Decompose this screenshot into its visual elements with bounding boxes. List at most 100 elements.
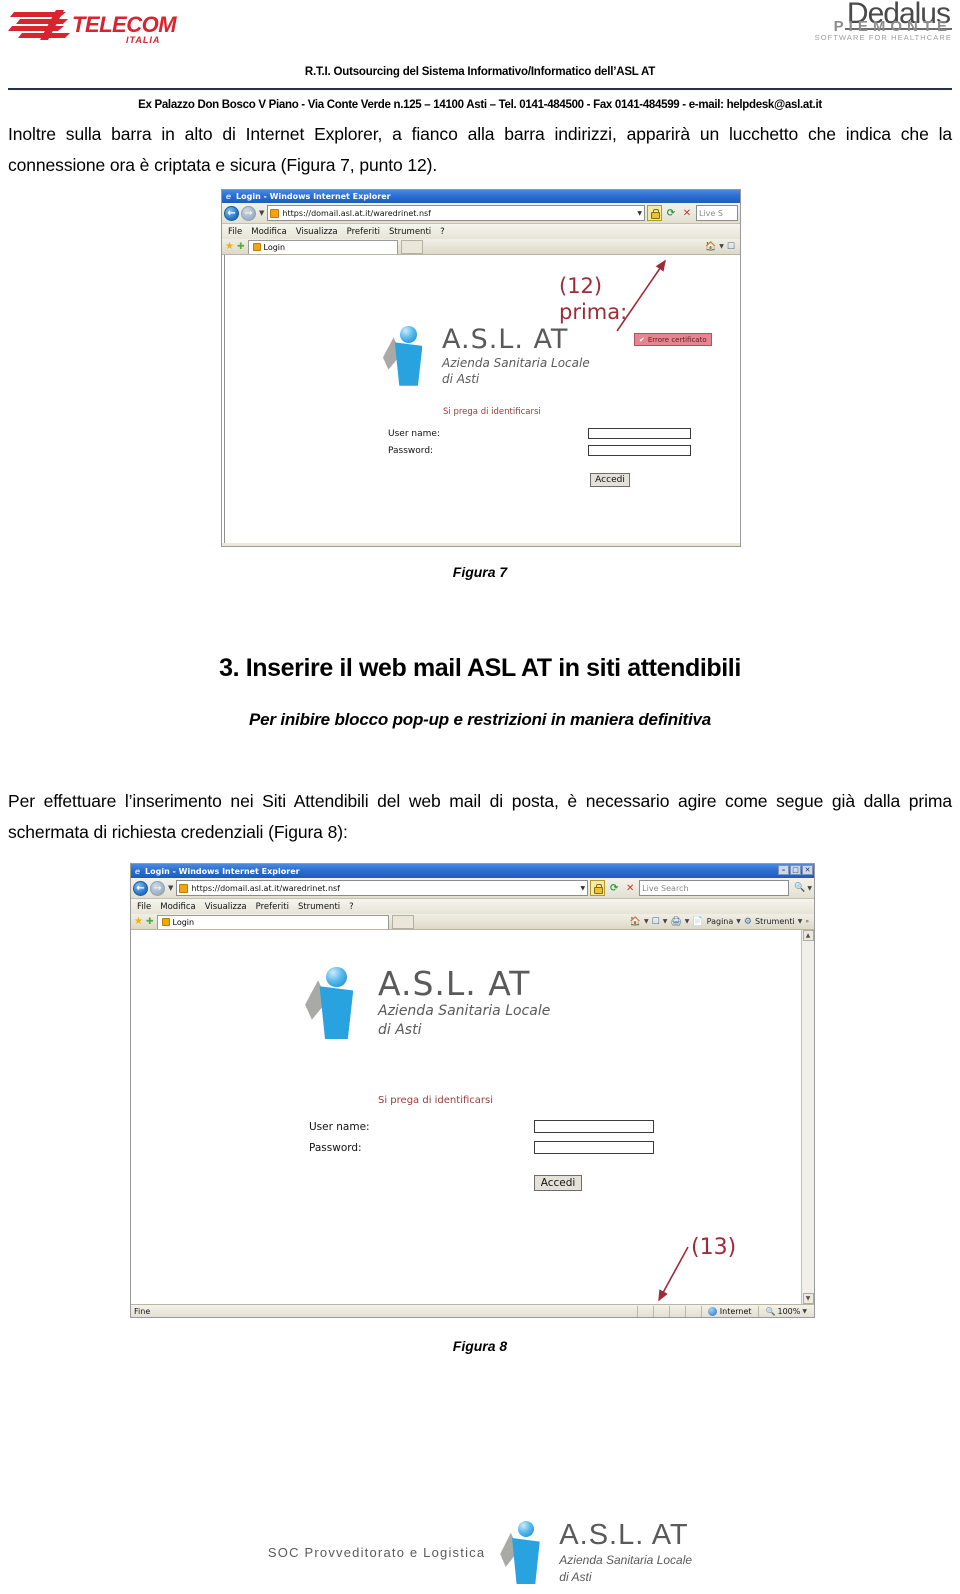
certificate-error-badge[interactable]: ✔ Errore certificato (634, 333, 712, 346)
favorites-star-icon[interactable]: ★ (225, 241, 234, 252)
status-zone-text: Internet (719, 1307, 752, 1316)
tools-icon[interactable]: ⚙ (744, 917, 752, 927)
address-dropdown-chevron-icon[interactable]: ▼ (581, 885, 586, 892)
shield-icon: ✔ (639, 335, 645, 344)
scroll-down-button[interactable]: ▼ (802, 1293, 814, 1304)
new-tab-button[interactable] (391, 914, 414, 929)
home-icon[interactable]: 🏠 (705, 242, 716, 252)
status-cell (636, 1305, 653, 1317)
refresh-icon[interactable]: ⟳ (664, 205, 678, 221)
address-bar[interactable]: https://domail.asl.at.it/waredrinet.nsf … (267, 205, 645, 221)
status-cell (668, 1305, 685, 1317)
figure8-username-input[interactable] (534, 1120, 654, 1133)
zoom-chevron-icon[interactable]: ▼ (802, 1308, 807, 1315)
recent-pages-chevron-icon[interactable]: ▼ (258, 209, 265, 217)
figure7-search-placeholder: Live S (699, 208, 723, 218)
feeds-chevron-icon[interactable]: ▼ (663, 918, 668, 925)
browser-tab-login[interactable]: Login (156, 914, 389, 929)
figure8-titlebar: e Login - Windows Internet Explorer – □ … (131, 864, 814, 878)
search-box[interactable]: Live Search (639, 880, 790, 896)
ssl-lock-icon[interactable] (647, 205, 662, 221)
refresh-icon[interactable]: ⟳ (607, 880, 621, 896)
favicon-icon (270, 208, 280, 218)
window-controls: – □ ✕ (778, 865, 813, 875)
asl-logo-icon (304, 965, 360, 1041)
figure8-menu-bar: File Modifica Visualizza Preferiti Strum… (131, 899, 814, 914)
menu-item-help[interactable]: ? (349, 902, 354, 912)
pagina-chevron-icon[interactable]: ▼ (736, 918, 741, 925)
address-bar[interactable]: https://domail.asl.at.it/waredrinet.nsf … (176, 880, 589, 896)
document-body: Inoltre sulla barra in alto di Internet … (0, 119, 960, 1354)
new-tab-button[interactable] (400, 239, 423, 254)
menu-item-modifica[interactable]: Modifica (160, 902, 196, 912)
vertical-scrollbar[interactable]: ▲ ▼ (801, 930, 814, 1304)
figure7-password-input[interactable] (588, 445, 691, 456)
minimize-button[interactable]: – (778, 865, 789, 875)
search-icon[interactable]: 🔍 (794, 883, 805, 893)
menu-item-modifica[interactable]: Modifica (251, 227, 287, 237)
menu-item-preferiti[interactable]: Preferiti (256, 902, 289, 912)
recent-pages-chevron-icon[interactable]: ▼ (167, 884, 174, 892)
add-to-favorites-icon[interactable]: ✚ (146, 917, 154, 927)
status-zoom-text: 100% (777, 1307, 801, 1316)
stop-icon[interactable]: ✕ (623, 880, 637, 896)
menu-item-strumenti[interactable]: Strumenti (298, 902, 340, 912)
back-button[interactable]: ← (224, 205, 239, 221)
globe-icon (707, 1307, 717, 1316)
menu-item-file[interactable]: File (137, 902, 151, 912)
address-dropdown-chevron-icon[interactable]: ▼ (637, 210, 642, 217)
figure8-username-row: User name: (309, 1120, 759, 1133)
menu-item-file[interactable]: File (228, 227, 242, 237)
figure7-asl-sub2: di Asti (442, 372, 480, 386)
feeds-icon[interactable]: ☐ (652, 917, 660, 927)
search-box[interactable]: Live S (696, 205, 738, 221)
menu-item-help[interactable]: ? (440, 227, 445, 237)
figure7-password-row: Password: (388, 445, 718, 456)
figure7-asl-branding: A.S.L. AT Azienda Sanitaria Locale di As… (382, 325, 590, 387)
svg-text:TELECOM: TELECOM (72, 12, 177, 37)
back-button[interactable]: ← (133, 880, 148, 896)
figure7-accedi-button[interactable]: Accedi (590, 473, 630, 487)
print-icon[interactable]: 🖨 (670, 917, 681, 927)
footer-soc-text: SOC Provveditorato e Logistica (267, 1545, 486, 1560)
figure8-password-input[interactable] (534, 1141, 654, 1154)
figure8-accedi-button[interactable]: Accedi (534, 1175, 582, 1191)
home-chevron-icon[interactable]: ▼ (719, 243, 724, 250)
menu-item-preferiti[interactable]: Preferiti (347, 227, 380, 237)
forward-button[interactable]: → (150, 880, 165, 896)
page-icon[interactable]: 📄 (692, 917, 703, 927)
second-paragraph: Per effettuare l’inserimento nei Siti At… (8, 791, 952, 842)
menu-item-visualizza[interactable]: Visualizza (205, 902, 247, 912)
favicon-icon (179, 883, 189, 893)
command-strumenti-label[interactable]: Strumenti (755, 917, 795, 926)
figure7-username-input[interactable] (588, 428, 691, 439)
command-pagina-label[interactable]: Pagina (707, 917, 734, 926)
feeds-icon[interactable]: ☐ (727, 242, 735, 252)
figure7-titlebar: e Login - Windows Internet Explorer (222, 190, 740, 203)
intro-paragraph: Inoltre sulla barra in alto di Internet … (8, 124, 952, 175)
ssl-lock-icon[interactable] (590, 880, 606, 896)
home-chevron-icon[interactable]: ▼ (644, 918, 649, 925)
scroll-up-button[interactable]: ▲ (802, 930, 814, 941)
rti-header-line: R.T.I. Outsourcing del Sistema Informati… (304, 66, 656, 78)
tab-favicon-icon (252, 243, 261, 251)
stop-icon[interactable]: ✕ (680, 205, 694, 221)
close-button[interactable]: ✕ (802, 865, 813, 875)
forward-button[interactable]: → (241, 205, 256, 221)
menu-item-strumenti[interactable]: Strumenti (389, 227, 431, 237)
print-chevron-icon[interactable]: ▼ (685, 918, 690, 925)
browser-tab-login[interactable]: Login (247, 239, 398, 254)
favorites-star-icon[interactable]: ★ (134, 916, 143, 927)
menu-item-visualizza[interactable]: Visualizza (296, 227, 338, 237)
security-zone-indicator[interactable]: Internet (700, 1305, 759, 1317)
strumenti-chevron-icon[interactable]: ▼ (798, 918, 803, 925)
overflow-chevron-icon[interactable]: » (805, 918, 809, 925)
telecom-italia-logo: TELECOM ITALIA (8, 4, 178, 46)
zoom-indicator[interactable]: 🔍 100% ▼ (759, 1307, 811, 1316)
add-to-favorites-icon[interactable]: ✚ (237, 242, 245, 252)
maximize-button[interactable]: □ (790, 865, 801, 875)
search-chevron-icon[interactable]: ▼ (807, 885, 812, 892)
figure8-annotation-number: (13) (691, 1235, 737, 1260)
home-icon[interactable]: 🏠 (630, 917, 641, 927)
